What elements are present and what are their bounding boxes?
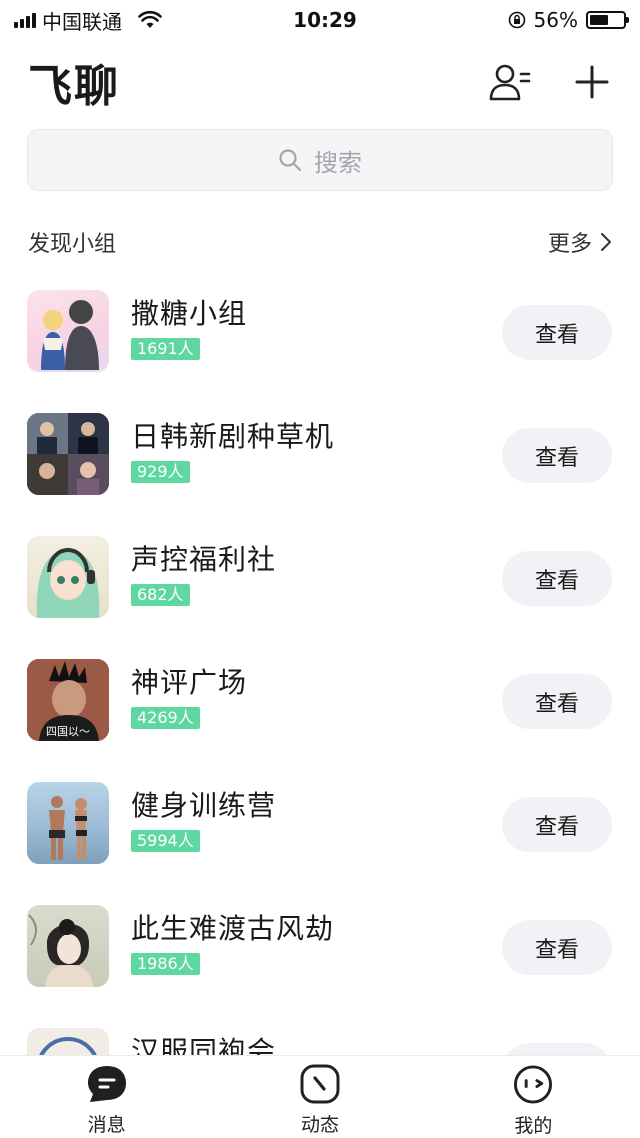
more-link[interactable]: 更多 xyxy=(548,226,612,258)
view-group-button[interactable]: 查看 xyxy=(502,920,612,975)
member-count-badge: 682人 xyxy=(131,584,190,606)
group-item[interactable]: 健身训练营 5994人 查看 xyxy=(0,782,640,905)
member-count-badge: 929人 xyxy=(131,461,190,483)
group-info: 神评广场 4269人 xyxy=(131,663,247,729)
tab-profile[interactable]: 我的 xyxy=(427,1056,640,1138)
group-info: 此生难渡古风劫 1986人 xyxy=(131,909,334,975)
group-item[interactable]: 日韩新剧种草机 929人 查看 xyxy=(0,413,640,536)
tab-label: 我的 xyxy=(514,1115,553,1137)
compass-icon xyxy=(300,1064,340,1104)
view-group-button[interactable]: 查看 xyxy=(502,674,612,729)
group-avatar xyxy=(27,782,109,864)
search-bar[interactable]: 搜索 xyxy=(27,129,613,191)
wifi-icon xyxy=(138,11,162,28)
status-bar: 中国联通 10:29 56% xyxy=(0,0,640,40)
group-avatar xyxy=(27,290,109,372)
status-time: 10:29 xyxy=(293,8,357,32)
group-list: 撒糖小组 1691人 查看 日韩新剧种草机 929人 查看 声控福利社 682人… xyxy=(0,290,640,1138)
section-title: 发现小组 xyxy=(28,232,117,257)
view-group-button[interactable]: 查看 xyxy=(502,305,612,360)
group-item[interactable]: 声控福利社 682人 查看 xyxy=(0,536,640,659)
search-icon xyxy=(279,149,302,172)
more-label: 更多 xyxy=(547,232,592,257)
member-count-badge: 1986人 xyxy=(131,953,200,975)
group-avatar xyxy=(27,905,109,987)
app-title: 飞聊 xyxy=(28,61,120,112)
view-group-button[interactable]: 查看 xyxy=(502,797,612,852)
app-header: 飞聊 xyxy=(28,52,618,112)
group-info: 健身训练营 5994人 xyxy=(131,786,276,852)
carrier-label: 中国联通 xyxy=(42,9,122,34)
avatar-caption: 四国以～ xyxy=(46,725,90,738)
group-avatar xyxy=(27,413,109,495)
member-count-badge: 5994人 xyxy=(131,830,200,852)
tab-label: 动态 xyxy=(300,1114,339,1136)
view-group-button[interactable]: 查看 xyxy=(502,428,612,483)
group-name: 此生难渡古风劫 xyxy=(131,912,335,945)
group-name: 日韩新剧种草机 xyxy=(131,420,335,453)
chevron-right-icon xyxy=(601,233,611,251)
group-info: 日韩新剧种草机 929人 xyxy=(131,417,334,483)
group-avatar: 四国以～ xyxy=(27,659,109,741)
add-button[interactable] xyxy=(566,56,618,108)
signal-icon xyxy=(14,12,36,28)
view-group-button[interactable]: 查看 xyxy=(502,551,612,606)
group-item[interactable]: 撒糖小组 1691人 查看 xyxy=(0,290,640,413)
tab-messages[interactable]: 消息 xyxy=(0,1056,213,1138)
group-item[interactable]: 此生难渡古风劫 1986人 查看 xyxy=(0,905,640,1028)
plus-icon xyxy=(575,65,609,99)
tab-bar: 消息 动态 我的 xyxy=(0,1055,640,1138)
member-count-badge: 1691人 xyxy=(131,338,200,360)
discover-section-header: 发现小组 更多 xyxy=(28,224,612,260)
group-info: 声控福利社 682人 xyxy=(131,540,276,606)
group-name: 健身训练营 xyxy=(131,789,277,822)
group-item[interactable]: 四国以～ 神评广场 4269人 查看 xyxy=(0,659,640,782)
battery-fill xyxy=(590,15,608,25)
search-placeholder: 搜索 xyxy=(314,148,362,177)
group-info: 撒糖小组 1691人 xyxy=(131,294,247,360)
chat-bubble-icon xyxy=(87,1066,126,1102)
contacts-button[interactable] xyxy=(484,56,536,108)
face-icon xyxy=(514,1065,553,1104)
status-right: 56% xyxy=(476,8,629,32)
orientation-lock-icon xyxy=(508,11,525,29)
group-name: 神评广场 xyxy=(131,666,248,699)
battery-icon xyxy=(586,11,629,29)
group-name: 撒糖小组 xyxy=(131,297,248,330)
contacts-icon xyxy=(489,64,531,101)
member-count-badge: 4269人 xyxy=(131,707,200,729)
tab-feed[interactable]: 动态 xyxy=(213,1056,426,1138)
tab-label: 消息 xyxy=(87,1114,126,1136)
group-name: 声控福利社 xyxy=(131,543,277,576)
battery-percent: 56% xyxy=(533,8,578,32)
group-avatar xyxy=(27,536,109,618)
